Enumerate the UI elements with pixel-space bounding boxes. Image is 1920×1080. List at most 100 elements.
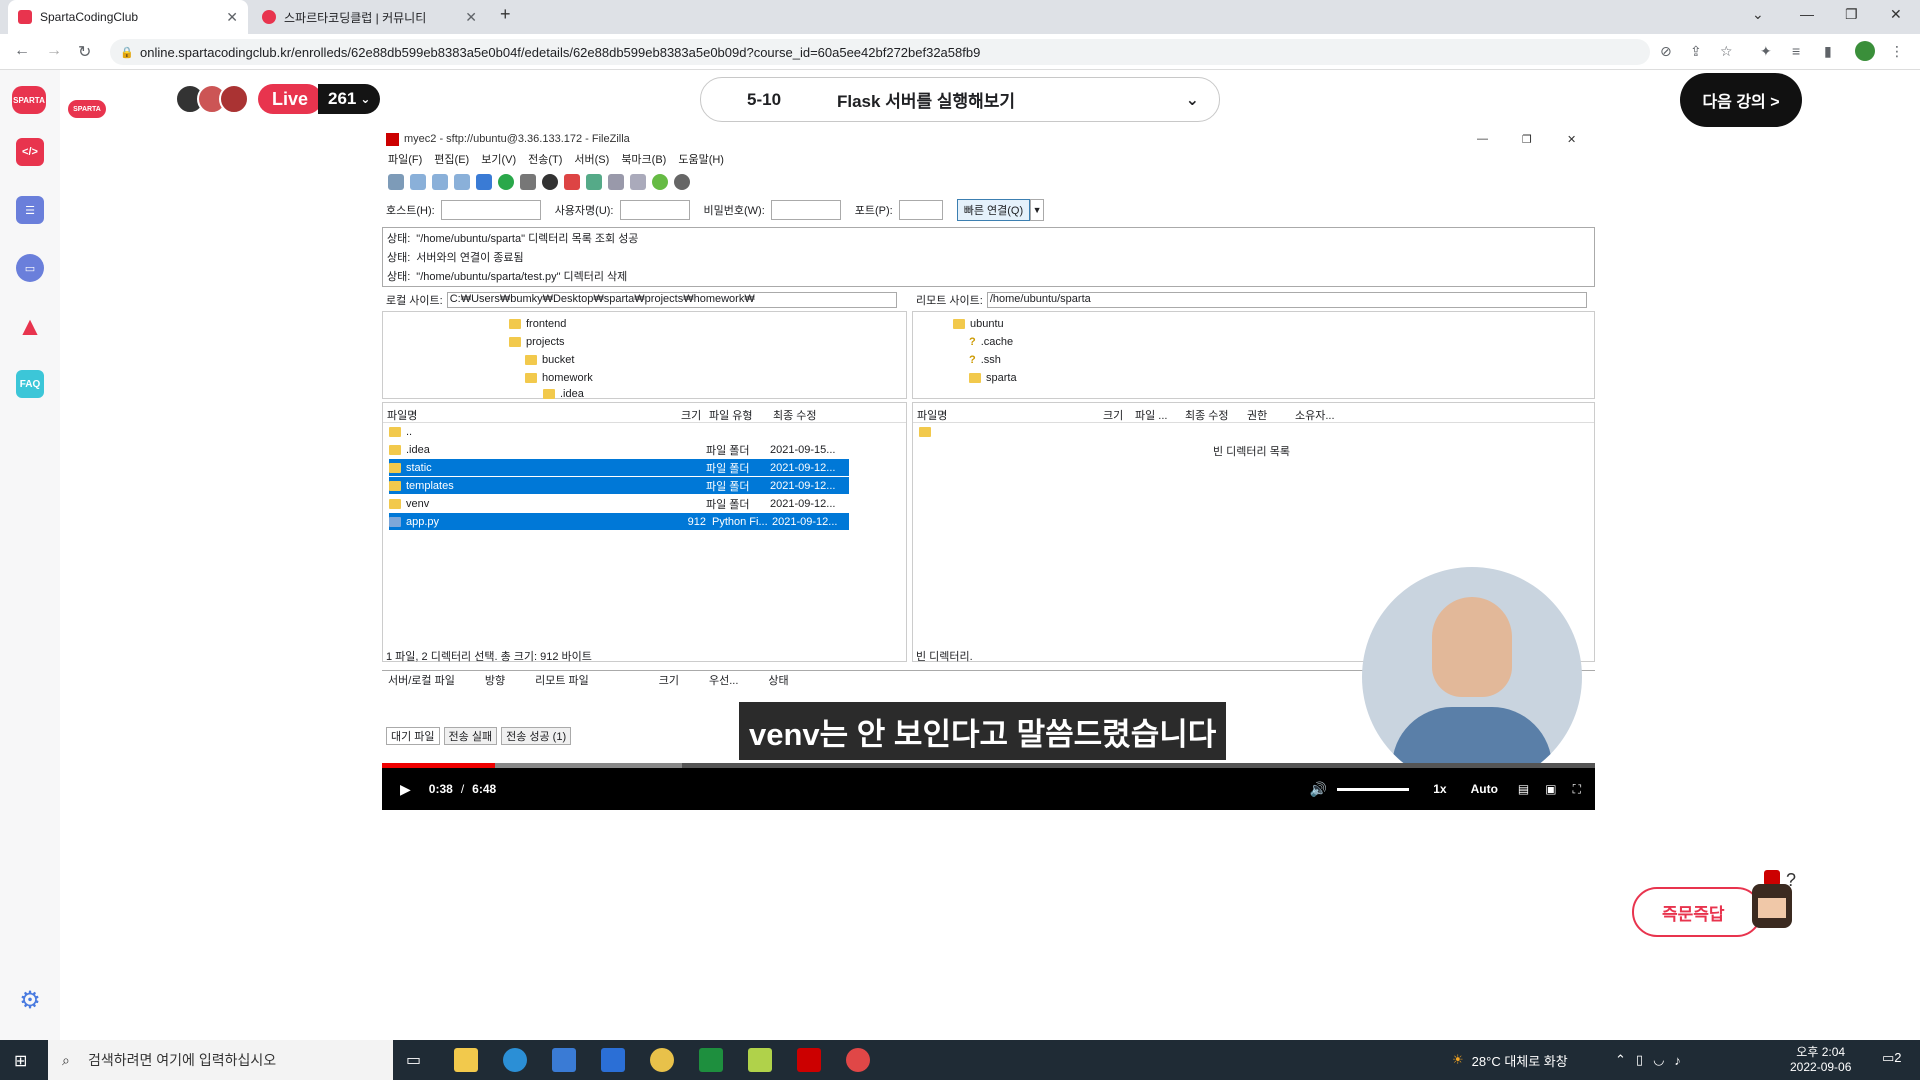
play-icon[interactable]: ▶ [400,781,411,798]
tree-item[interactable]: ubuntu [953,316,1004,332]
password-input[interactable] [770,200,841,220]
close-tab-icon[interactable]: ✕ [226,9,238,26]
filter-icon[interactable] [608,174,624,190]
network-icon[interactable]: ▯ [1636,1052,1643,1068]
sync-browse-icon[interactable] [652,174,668,190]
column-header[interactable]: 파일 유형 [709,407,753,423]
quality-setting[interactable]: Auto [1471,782,1498,796]
tab-failed-transfers[interactable]: 전송 실패 [443,727,498,745]
translate-icon[interactable]: ⊘ [1660,43,1676,59]
task-view-icon[interactable]: ▭ [406,1050,421,1070]
screen-recorder-icon[interactable] [846,1048,870,1072]
mail-icon[interactable] [601,1048,625,1072]
reload-icon[interactable]: ↻ [78,42,91,62]
tree-item[interactable]: sparta [969,370,1017,386]
chevron-up-icon[interactable]: ⌃ [1615,1052,1626,1068]
menu-kebab-icon[interactable]: ⋮ [1890,43,1906,59]
column-header[interactable]: 파일명 [387,407,417,423]
playback-speed[interactable]: 1x [1433,782,1446,796]
menu-help[interactable]: 도움말(H) [678,151,724,169]
column-header[interactable]: 권한 [1247,407,1267,423]
chat-icon[interactable]: ▭ [16,254,44,282]
notification-icon[interactable]: ▭2 [1882,1050,1902,1066]
quick-answer-button[interactable]: 즉문즉답 [1632,887,1762,937]
extensions-icon[interactable]: ✦ [1760,43,1776,59]
table-row[interactable] [919,423,936,440]
windows-start-icon[interactable]: ⊞ [14,1051,27,1071]
store-icon[interactable] [552,1048,576,1072]
local-path-input[interactable]: C:₩Users₩bumky₩Desktop₩sparta₩projects₩h… [446,292,897,308]
quickconnect-button[interactable]: 빠른 연결(Q) [956,199,1031,221]
close-window-icon[interactable]: ✕ [1890,6,1902,23]
tree-item[interactable]: frontend [509,316,566,332]
toggle-remote-tree-icon[interactable] [454,174,470,190]
table-row[interactable]: venv 파일 폴더 2021-09-12... [389,495,849,512]
git-icon[interactable] [748,1048,772,1072]
live-badge[interactable]: Live [258,84,323,114]
faq-icon[interactable]: FAQ [16,370,44,398]
tab-spartacodingclub[interactable]: SpartaCodingClub ✕ [8,0,248,34]
warning-icon[interactable]: ▲ [16,311,44,341]
next-lesson-button[interactable]: 다음 강의 > [1680,73,1802,127]
table-row[interactable]: .idea 파일 폴더 2021-09-15... [389,441,849,458]
reading-list-icon[interactable]: ≡ [1792,43,1808,59]
host-input[interactable] [440,200,541,220]
table-row[interactable]: static 파일 폴더 2021-09-12... [389,459,849,476]
menu-view[interactable]: 보기(V) [481,151,516,169]
code-icon[interactable]: </> [16,138,44,166]
tree-item[interactable]: projects [509,334,565,350]
process-queue-icon[interactable] [520,174,536,190]
video-player[interactable]: myec2 - sftp://ubuntu@3.36.133.172 - Fil… [382,127,1595,810]
column-header[interactable]: 최종 수정 [773,407,817,423]
column-header[interactable]: 최종 수정 [1185,407,1229,423]
volume-slider[interactable] [1337,787,1410,791]
column-header[interactable]: 크기 [1103,407,1123,423]
chevron-down-icon[interactable]: ▼ [1030,199,1045,221]
port-input[interactable] [898,200,943,220]
tree-item[interactable]: homework [525,370,593,386]
file-explorer-icon[interactable] [454,1048,478,1072]
toggle-local-tree-icon[interactable] [432,174,448,190]
wifi-icon[interactable]: ◡ [1653,1052,1664,1068]
new-tab-icon[interactable]: + [500,4,511,25]
site-manager-icon[interactable] [388,174,404,190]
tab-search-icon[interactable]: ⌄ [1752,6,1764,23]
clock[interactable]: 오후 2:04 2022-09-06 [1790,1043,1851,1074]
close-icon[interactable]: ✕ [1567,133,1576,146]
settings-icon[interactable]: ⚙ [16,986,44,1014]
menu-bookmarks[interactable]: 북마크(B) [621,151,666,169]
column-header[interactable]: 파일 ... [1135,407,1167,423]
profile-avatar[interactable] [1855,41,1875,61]
sparta-brand-logo[interactable]: SPARTA [68,100,106,118]
table-row[interactable]: templates 파일 폴더 2021-09-12... [389,477,849,494]
search-icon[interactable] [630,174,646,190]
table-row[interactable]: .. [389,423,849,440]
column-header[interactable]: 크기 [681,407,701,423]
tree-item[interactable]: bucket [525,352,574,368]
table-row[interactable]: app.py 912 Python Fi... 2021-09-12... [389,513,849,530]
fullscreen-icon[interactable]: ⛶ [1573,782,1581,797]
maximize-icon[interactable]: ❐ [1522,133,1532,146]
volume-icon[interactable]: 🔊 [1310,781,1327,798]
share-icon[interactable]: ⇪ [1690,43,1706,59]
binoculars-icon[interactable] [674,174,690,190]
tree-item[interactable]: ? .ssh [969,352,1001,368]
column-header[interactable]: 파일명 [917,407,947,423]
live-count-badge[interactable]: 261 ⌄ [318,84,381,114]
volume-icon[interactable]: ♪ [1674,1053,1681,1068]
menu-file[interactable]: 파일(F) [388,151,422,169]
bookmark-star-icon[interactable]: ☆ [1720,43,1736,59]
subtitles-icon[interactable]: ▤ [1518,782,1529,796]
cancel-icon[interactable] [542,174,558,190]
sparta-logo[interactable]: SPARTA [12,86,46,114]
chrome-icon[interactable] [650,1048,674,1072]
forward-icon[interactable]: → [46,42,62,60]
taskbar-search-input[interactable]: ⌕ 검색하려면 여기에 입력하십시오 [48,1040,393,1080]
pycharm-icon[interactable] [699,1048,723,1072]
minimize-icon[interactable]: — [1477,133,1488,145]
tree-item[interactable]: .idea [543,386,584,402]
url-input[interactable]: 🔒 online.spartacodingclub.kr/enrolleds/6… [110,39,1650,65]
menu-server[interactable]: 서버(S) [574,151,609,169]
minimize-icon[interactable]: — [1800,6,1814,22]
tree-item[interactable]: ? .cache [969,334,1013,350]
